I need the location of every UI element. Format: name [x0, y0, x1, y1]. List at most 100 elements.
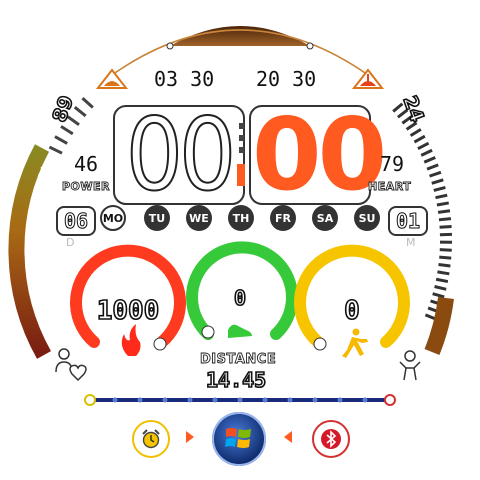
arc-tick	[48, 145, 63, 155]
arc-tick	[439, 224, 452, 229]
arc-tick	[438, 217, 452, 222]
arc-tick	[429, 170, 442, 178]
power-label: POWER	[62, 180, 111, 194]
arc-tick	[35, 180, 52, 187]
windows-logo-icon	[225, 428, 251, 448]
sunrise-time: 03 30	[154, 67, 215, 91]
arc-tick	[423, 156, 436, 164]
distance-end-dot	[384, 394, 396, 406]
arc-tick	[420, 148, 433, 157]
sunset-time: 20 30	[256, 67, 317, 91]
weekday-sa: SA	[312, 205, 338, 231]
track-dot	[112, 397, 118, 403]
track-dot	[287, 397, 293, 403]
launcher-button[interactable]	[212, 412, 266, 466]
arc-tick	[435, 193, 448, 200]
arc-tick	[29, 266, 47, 271]
minutes-display: 00	[252, 96, 387, 213]
arc-tick	[38, 299, 54, 307]
weekday-su: SU	[354, 205, 380, 231]
track-dot	[312, 397, 318, 403]
distance-start-dot	[84, 394, 96, 406]
weekday-fr: FR	[270, 205, 296, 231]
arc-tick	[439, 255, 452, 260]
arc-tick	[81, 97, 94, 109]
arc-tick	[32, 194, 49, 201]
track-dot	[237, 397, 243, 403]
arc-tick	[28, 245, 45, 249]
day-box: 06	[56, 206, 96, 236]
month-box: 01	[388, 206, 428, 236]
arc-tick	[40, 306, 57, 314]
weekday-tu: TU	[144, 205, 170, 231]
heart-value: 79	[380, 152, 405, 176]
power-value: 46	[74, 152, 99, 176]
arc-tick	[436, 201, 449, 207]
arc-tick	[426, 163, 439, 171]
arc-tick	[31, 273, 48, 278]
flame-icon	[121, 324, 141, 356]
arc-tick	[29, 259, 46, 264]
arc-tick	[40, 166, 57, 174]
arrow-right-icon	[186, 431, 194, 443]
calories-value: 1000	[96, 295, 160, 327]
arc-tick	[434, 285, 447, 291]
day-suffix: D	[66, 236, 75, 249]
arc-tick	[437, 209, 451, 214]
weekday-we: WE	[186, 205, 212, 231]
weekday-mo: MO	[100, 205, 126, 231]
top-arc-dot-left	[166, 42, 174, 50]
arc-tick	[432, 292, 445, 299]
alarm-icon	[142, 429, 160, 449]
arc-tick	[31, 202, 48, 207]
right-level-arc	[424, 296, 454, 355]
arc-tick	[73, 105, 87, 118]
runner-icon	[342, 328, 368, 358]
arc-tick	[28, 224, 45, 228]
arc-tick	[43, 312, 59, 321]
arc-tick	[433, 186, 446, 192]
person-arms-up-icon	[399, 350, 421, 381]
track-dot	[137, 397, 143, 403]
track-dot	[262, 397, 268, 403]
arc-tick	[439, 248, 452, 252]
left-level-arc	[8, 144, 51, 359]
arc-tick	[409, 128, 422, 137]
arc-tick	[431, 178, 444, 185]
arrow-left-icon	[284, 431, 292, 443]
track-dot	[337, 397, 343, 403]
bluetooth-icon	[321, 429, 341, 449]
arc-tick	[438, 263, 451, 268]
arc-tick	[435, 277, 449, 284]
hours-display: 00	[125, 95, 237, 214]
sunrise-icon	[95, 68, 129, 89]
arc-tick	[417, 141, 430, 151]
track-dot	[187, 397, 193, 403]
arc-tick	[54, 135, 68, 145]
arc-tick	[413, 134, 426, 144]
alarm-button[interactable]	[132, 420, 170, 458]
arc-tick	[60, 125, 74, 136]
arc-tick	[38, 173, 54, 181]
arc-tick	[437, 270, 450, 276]
user-heart-icon	[55, 348, 87, 382]
track-dot	[212, 397, 218, 403]
arc-tick	[35, 293, 52, 300]
arc-tick	[34, 187, 51, 194]
track-dot	[162, 397, 168, 403]
steps-value: 0	[233, 285, 247, 311]
arc-tick	[32, 279, 49, 286]
sunset-icon	[351, 68, 385, 89]
shoe-icon	[228, 324, 252, 338]
month-suffix: M	[406, 236, 416, 249]
arc-tick	[28, 252, 45, 256]
bluetooth-button[interactable]	[312, 420, 350, 458]
arc-tick	[29, 209, 47, 214]
heart-label: HEART	[368, 180, 412, 194]
track-dot	[362, 397, 368, 403]
arc-tick	[34, 286, 51, 293]
arc-tick	[29, 216, 46, 221]
activity-value: 0	[343, 295, 360, 327]
top-arc-dot-right	[306, 42, 314, 50]
weekday-th: TH	[228, 205, 254, 231]
